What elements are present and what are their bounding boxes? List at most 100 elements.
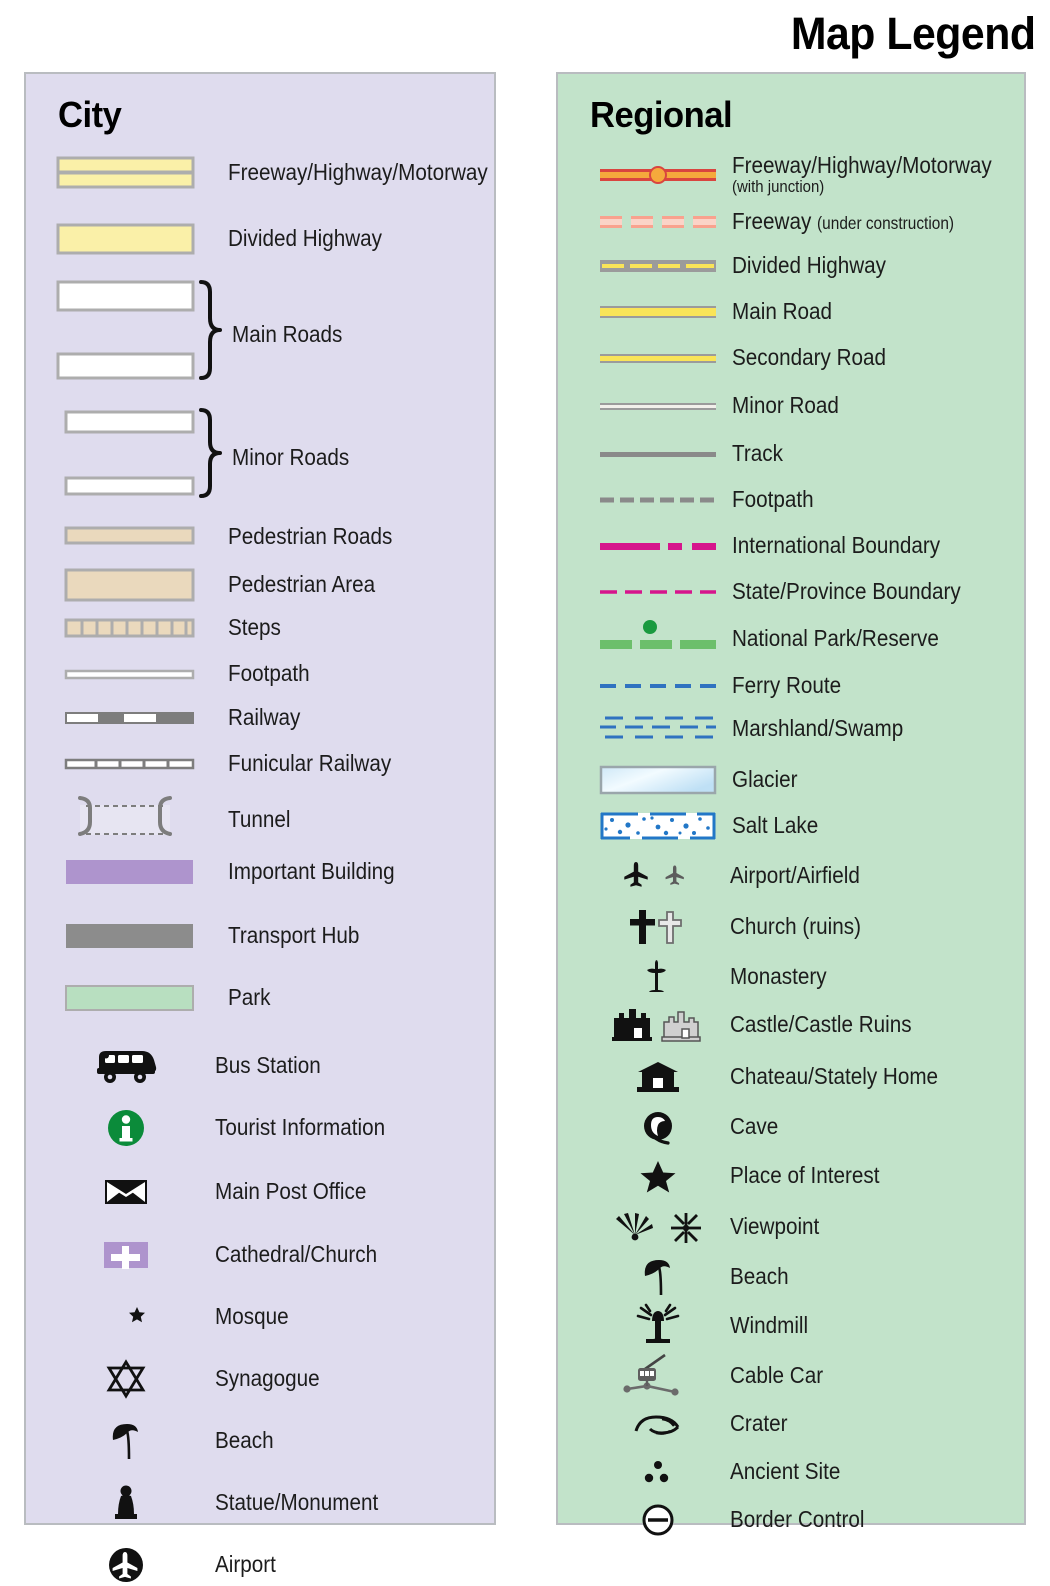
- legend-row: Steps: [58, 614, 288, 641]
- legend-row: Pedestrian Area: [58, 566, 395, 604]
- legend-label-note: (under construction): [817, 213, 955, 233]
- legend-row: Chateau/Stately Home: [600, 1056, 966, 1098]
- crater-icon: [600, 1404, 716, 1444]
- legend-row: State/Province Boundary: [600, 578, 992, 604]
- state-boundary-line-symbol: [600, 586, 716, 598]
- legend-label: Salt Lake: [732, 812, 819, 839]
- legend-label: State/Province Boundary: [732, 578, 961, 604]
- legend-row: Divided Highway: [600, 253, 907, 278]
- plane-icons: [600, 856, 716, 896]
- legend-label: Cable Car: [730, 1362, 824, 1389]
- regional-legend-panel: Regional Freeway/Highway/Motorway (with …: [556, 72, 1027, 1536]
- legend-label: Chateau/Stately Home: [730, 1063, 939, 1090]
- funicular-railway-line-symbol: [58, 755, 195, 773]
- legend-label: Steps: [228, 614, 281, 641]
- legend-row: Footpath: [58, 660, 321, 686]
- legend-row: Main Roads: [56, 280, 357, 390]
- ancient-site-dots-icon: [600, 1452, 716, 1492]
- legend-row: Monastery: [600, 956, 840, 998]
- legend-row: Tourist Information: [58, 1106, 408, 1150]
- legend-label: Cave: [730, 1113, 779, 1140]
- legend-row: Tunnel: [58, 792, 299, 848]
- railway-line-symbol: [58, 708, 194, 728]
- legend-label: Divided Highway: [228, 225, 383, 252]
- legend-row: Cable Car: [600, 1352, 836, 1400]
- legend-label: Footpath: [228, 660, 310, 686]
- legend-label: Track: [732, 440, 783, 466]
- cathedral-cross-icon: [58, 1234, 193, 1276]
- legend-label: Viewpoint: [730, 1213, 820, 1240]
- footpath-dashed-line-symbol: [600, 494, 716, 506]
- legend-row: Border Control: [600, 1500, 883, 1540]
- legend-row: Statue/Monument: [58, 1482, 401, 1524]
- secondary-road-line-symbol: [600, 350, 716, 366]
- legend-row: Airport: [58, 1544, 284, 1586]
- viewpoint-icons: [600, 1206, 716, 1248]
- legend-row: Synagogue: [58, 1358, 334, 1400]
- legend-label: Main Post Office: [215, 1178, 367, 1205]
- legend-row: Castle/Castle Ruins: [600, 1004, 936, 1046]
- legend-label: Synagogue: [215, 1365, 320, 1392]
- legend-label: Ancient Site: [730, 1458, 841, 1485]
- legend-label: Crater: [730, 1410, 788, 1437]
- legend-label: Bus Station: [215, 1052, 321, 1079]
- legend-row: Church (ruins): [600, 906, 879, 948]
- cable-car-icon: [600, 1352, 716, 1400]
- transport-hub-swatch-symbol: [58, 920, 193, 952]
- main-road-line-symbol: [600, 303, 716, 321]
- legend-row: Viewpoint: [600, 1206, 831, 1248]
- legend-row: Funicular Railway: [58, 751, 413, 776]
- legend-row: Windmill: [600, 1303, 819, 1348]
- crescent-star-icon: [58, 1296, 193, 1338]
- salt-lake-swatch-symbol: [600, 810, 716, 842]
- legend-label: Pedestrian Roads: [228, 523, 393, 550]
- legend-row: Footpath: [600, 487, 825, 512]
- regional-panel-title: Regional: [590, 94, 733, 135]
- windmill-icon: [600, 1303, 716, 1348]
- cave-icon: [600, 1106, 716, 1148]
- legend-label: Pedestrian Area: [228, 571, 376, 598]
- legend-label: Church (ruins): [730, 913, 862, 940]
- marshland-pattern-symbol: [600, 712, 716, 746]
- legend-label: Mosque: [215, 1303, 289, 1330]
- legend-row: Park: [58, 982, 276, 1014]
- airport-circle-icon: [58, 1544, 193, 1586]
- legend-label: Castle/Castle Ruins: [730, 1011, 912, 1038]
- minor-road-line-symbol: [600, 399, 716, 413]
- legend-row: Crater: [600, 1404, 795, 1444]
- legend-row: Place of Interest: [600, 1156, 900, 1196]
- beach-umbrella-icon: [600, 1256, 716, 1298]
- legend-label: Main Roads: [232, 321, 343, 348]
- legend-label: Secondary Road: [732, 344, 887, 370]
- legend-label: Windmill: [730, 1312, 809, 1339]
- minor-roads-brace-symbol: [58, 408, 226, 508]
- legend-row: Track: [600, 440, 790, 466]
- freeway-double-band-symbol: [56, 156, 195, 190]
- legend-row: Ancient Site: [600, 1452, 855, 1492]
- legend-label: Glacier: [732, 766, 798, 793]
- legend-label: Airport/Airfield: [730, 862, 860, 889]
- footpath-line-symbol: [58, 665, 195, 683]
- ferry-route-line-symbol: [600, 680, 716, 692]
- legend-row: Minor Roads: [58, 408, 365, 508]
- page-title: Map Legend: [791, 8, 1036, 59]
- statue-icon: [58, 1482, 193, 1524]
- monastery-cross-icon: [600, 956, 716, 998]
- chateau-icon: [600, 1056, 716, 1098]
- legend-label: National Park/Reserve: [732, 625, 939, 652]
- legend-row: Freeway/Highway/Motorway (with junction): [600, 153, 1027, 195]
- legend-row: Marshland/Swamp: [600, 712, 927, 746]
- legend-label: Beach: [215, 1427, 274, 1454]
- legend-label: Border Control: [730, 1506, 865, 1533]
- legend-row: Cathedral/Church: [58, 1234, 399, 1276]
- legend-row: Cave: [600, 1106, 785, 1148]
- legend-row: Beach: [58, 1420, 282, 1462]
- freeway-construction-dashes-symbol: [600, 211, 716, 233]
- legend-row: Salt Lake: [600, 810, 830, 842]
- castle-icons: [600, 1004, 716, 1046]
- steps-band-symbol: [58, 616, 195, 640]
- legend-label: Ferry Route: [732, 672, 842, 698]
- legend-label: Important Building: [228, 858, 395, 885]
- legend-label: Cathedral/Church: [215, 1241, 378, 1268]
- beach-umbrella-icon: [58, 1420, 193, 1462]
